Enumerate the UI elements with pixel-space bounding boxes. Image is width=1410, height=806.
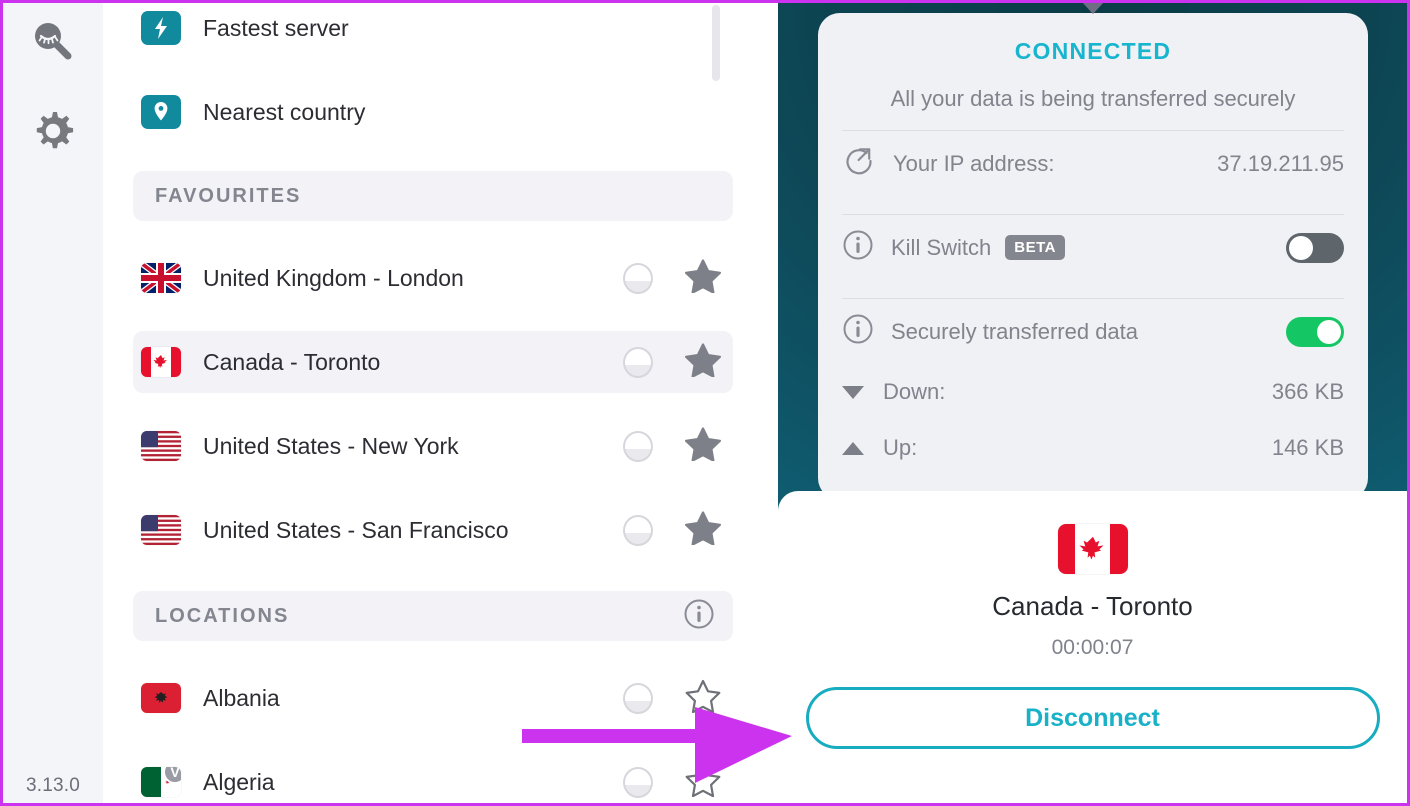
status-badge: CONNECTED bbox=[1014, 38, 1172, 64]
info-icon[interactable] bbox=[842, 229, 874, 266]
toggle-knob bbox=[1317, 319, 1341, 344]
list-item-canada-toronto[interactable]: Canada - Toronto bbox=[133, 331, 733, 393]
kill-switch-toggle[interactable] bbox=[1286, 232, 1344, 263]
flag-us-icon bbox=[141, 515, 181, 545]
list-item-label: Fastest server bbox=[203, 14, 349, 41]
beta-badge: BETA bbox=[1005, 235, 1065, 260]
list-item-label: United States - New York bbox=[203, 432, 459, 459]
secure-data-label: Securely transferred data bbox=[891, 318, 1139, 344]
sidebar-item-settings[interactable] bbox=[3, 103, 103, 163]
sidebar-item-private-search[interactable] bbox=[3, 13, 103, 73]
connection-timer: 00:00:07 bbox=[1051, 636, 1134, 659]
disconnect-button[interactable]: Disconnect bbox=[805, 687, 1380, 749]
info-icon[interactable] bbox=[683, 598, 715, 635]
list-item-united-states-san-francisco[interactable]: United States - San Francisco bbox=[133, 499, 733, 561]
info-icon[interactable] bbox=[842, 313, 874, 350]
list-item-nearest-country[interactable]: Nearest country bbox=[133, 81, 733, 143]
vpn-connection-sheet: Canada - Toronto 00:00:07 Disconnect bbox=[778, 491, 1407, 803]
secure-data-row[interactable]: Securely transferred data bbox=[842, 299, 1344, 364]
flag-gb-icon bbox=[141, 263, 181, 293]
vpn-popup: CONNECTED All your data is being transfe… bbox=[778, 3, 1407, 803]
gear-icon bbox=[30, 108, 76, 159]
app-window: 3.13.0 Fastest server Nearest country FA… bbox=[0, 0, 1410, 806]
list-item-united-kingdom-london[interactable]: United Kingdom - London bbox=[133, 247, 733, 309]
list-item-label: Nearest country bbox=[203, 98, 366, 125]
kill-switch-label: Kill Switch bbox=[891, 234, 992, 260]
lightning-icon bbox=[141, 11, 181, 45]
connected-flag-ca-icon bbox=[1057, 524, 1128, 574]
flag-al-icon bbox=[141, 683, 181, 713]
ip-address-value: 37.19.211.95 bbox=[1217, 150, 1344, 176]
app-version: 3.13.0 bbox=[25, 775, 81, 796]
section-header-locations: LOCATIONS bbox=[133, 591, 733, 641]
section-title: FAVOURITES bbox=[155, 184, 302, 207]
up-label: Up: bbox=[883, 435, 918, 460]
external-link-icon bbox=[842, 144, 876, 183]
arrow-down-icon bbox=[842, 385, 864, 399]
secure-data-toggle[interactable] bbox=[1286, 316, 1344, 347]
vpn-status-card: CONNECTED All your data is being transfe… bbox=[818, 13, 1368, 500]
arrow-up-icon bbox=[842, 441, 864, 455]
toggle-knob bbox=[1289, 235, 1313, 260]
list-item-label: Albania bbox=[203, 684, 280, 711]
list-item-united-states-new-york[interactable]: United States - New York bbox=[133, 415, 733, 477]
kill-switch-row[interactable]: Kill Switch BETA bbox=[842, 215, 1344, 280]
up-value: 146 KB bbox=[1271, 435, 1344, 460]
connected-location-name: Canada - Toronto bbox=[992, 591, 1193, 621]
list-item-fastest-server[interactable]: Fastest server bbox=[133, 3, 733, 59]
popup-notch-icon bbox=[1081, 3, 1104, 14]
annotation-arrow bbox=[520, 705, 800, 800]
connect-toggle-circle[interactable] bbox=[623, 262, 653, 294]
star-filled-icon[interactable] bbox=[685, 342, 721, 382]
star-filled-icon[interactable] bbox=[685, 426, 721, 466]
flag-ca-icon bbox=[141, 347, 181, 377]
list-item-label: Canada - Toronto bbox=[203, 348, 381, 375]
flag-us-icon bbox=[141, 431, 181, 461]
star-filled-icon[interactable] bbox=[685, 258, 721, 298]
down-value: 366 KB bbox=[1271, 379, 1344, 404]
down-label: Down: bbox=[883, 379, 946, 404]
down-stat-row: Down: 366 KB bbox=[842, 364, 1344, 420]
ip-address-label: Your IP address: bbox=[893, 150, 1055, 176]
private-search-icon bbox=[27, 15, 79, 72]
section-header-favourites: FAVOURITES bbox=[133, 171, 733, 221]
up-stat-row: Up: 146 KB bbox=[842, 420, 1344, 476]
section-title: LOCATIONS bbox=[155, 604, 290, 627]
status-subtitle: All your data is being transferred secur… bbox=[890, 86, 1296, 111]
connect-toggle-circle[interactable] bbox=[623, 514, 653, 546]
scrollbar-thumb[interactable] bbox=[712, 5, 720, 81]
icon-rail: 3.13.0 bbox=[3, 3, 103, 803]
connect-toggle-circle[interactable] bbox=[623, 346, 653, 378]
list-item-label: Algeria bbox=[203, 768, 275, 795]
list-scrollbar[interactable] bbox=[712, 3, 750, 803]
location-pin-icon bbox=[141, 95, 181, 129]
flag-dz-icon: V bbox=[141, 767, 181, 797]
server-list-pane: Fastest server Nearest country FAVOURITE… bbox=[103, 3, 778, 803]
connect-toggle-circle[interactable] bbox=[623, 430, 653, 462]
star-filled-icon[interactable] bbox=[685, 510, 721, 550]
ip-address-row[interactable]: Your IP address: 37.19.211.95 bbox=[842, 131, 1344, 196]
list-item-label: United Kingdom - London bbox=[203, 264, 464, 291]
list-item-label: United States - San Francisco bbox=[203, 516, 509, 543]
